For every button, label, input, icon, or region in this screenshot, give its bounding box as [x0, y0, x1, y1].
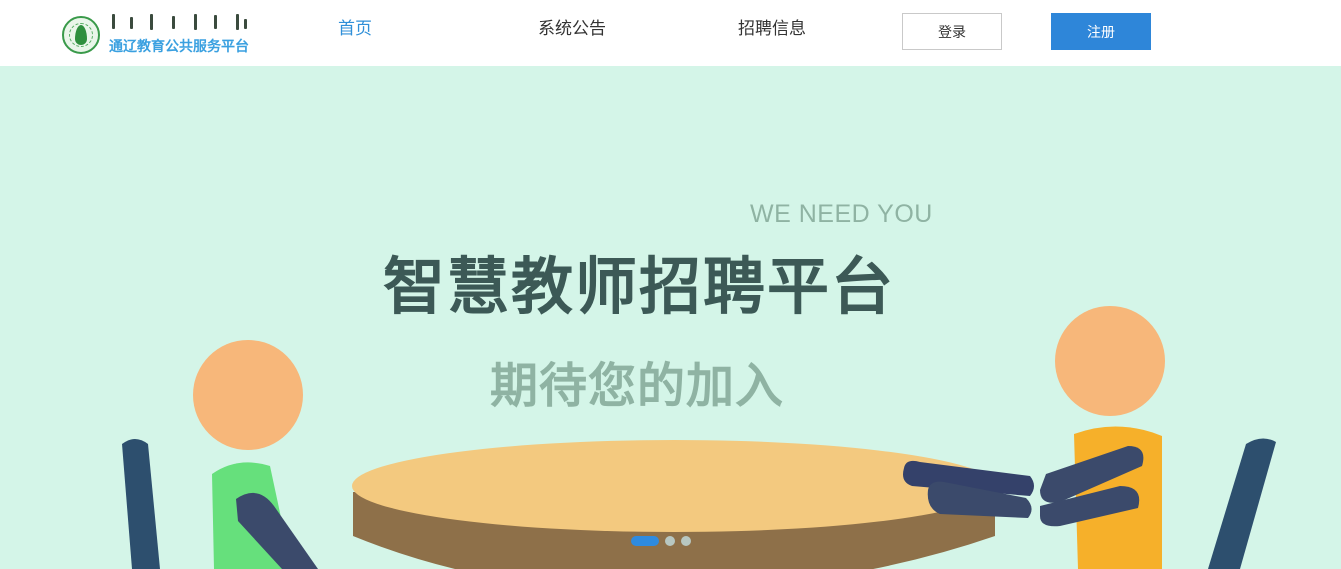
carousel-dot-2[interactable]: [665, 536, 675, 546]
left-chair: [122, 439, 160, 569]
nav-home[interactable]: 首页: [338, 14, 372, 39]
table-top: [352, 440, 996, 532]
site-header: 通辽教育公共服务平台 首页 系统公告 招聘信息 登录 注册: [0, 0, 1341, 66]
logo-emblem-icon: [62, 16, 100, 54]
left-person-head: [193, 340, 303, 450]
right-chair: [1208, 438, 1276, 569]
nav-recruitment[interactable]: 招聘信息: [738, 14, 806, 39]
right-person-head: [1055, 306, 1165, 416]
site-logo[interactable]: 通辽教育公共服务平台: [62, 14, 262, 56]
login-button[interactable]: 登录: [902, 13, 1002, 50]
logo-text: 通辽教育公共服务平台: [109, 39, 249, 55]
nav-announcements[interactable]: 系统公告: [538, 14, 606, 39]
carousel-dot-3[interactable]: [681, 536, 691, 546]
banner-headline: 智慧教师招聘平台: [383, 250, 896, 323]
banner-tagline: WE NEED YOU: [750, 200, 933, 228]
banner-subline: 期待您的加入: [490, 358, 785, 414]
carousel-dots: [631, 536, 691, 546]
register-button[interactable]: 注册: [1051, 13, 1151, 50]
logo-mongolian-script: [110, 14, 250, 32]
carousel-dot-1[interactable]: [631, 536, 659, 546]
hero-banner: WE NEED YOU 智慧教师招聘平台 期待您的加入: [0, 66, 1341, 569]
